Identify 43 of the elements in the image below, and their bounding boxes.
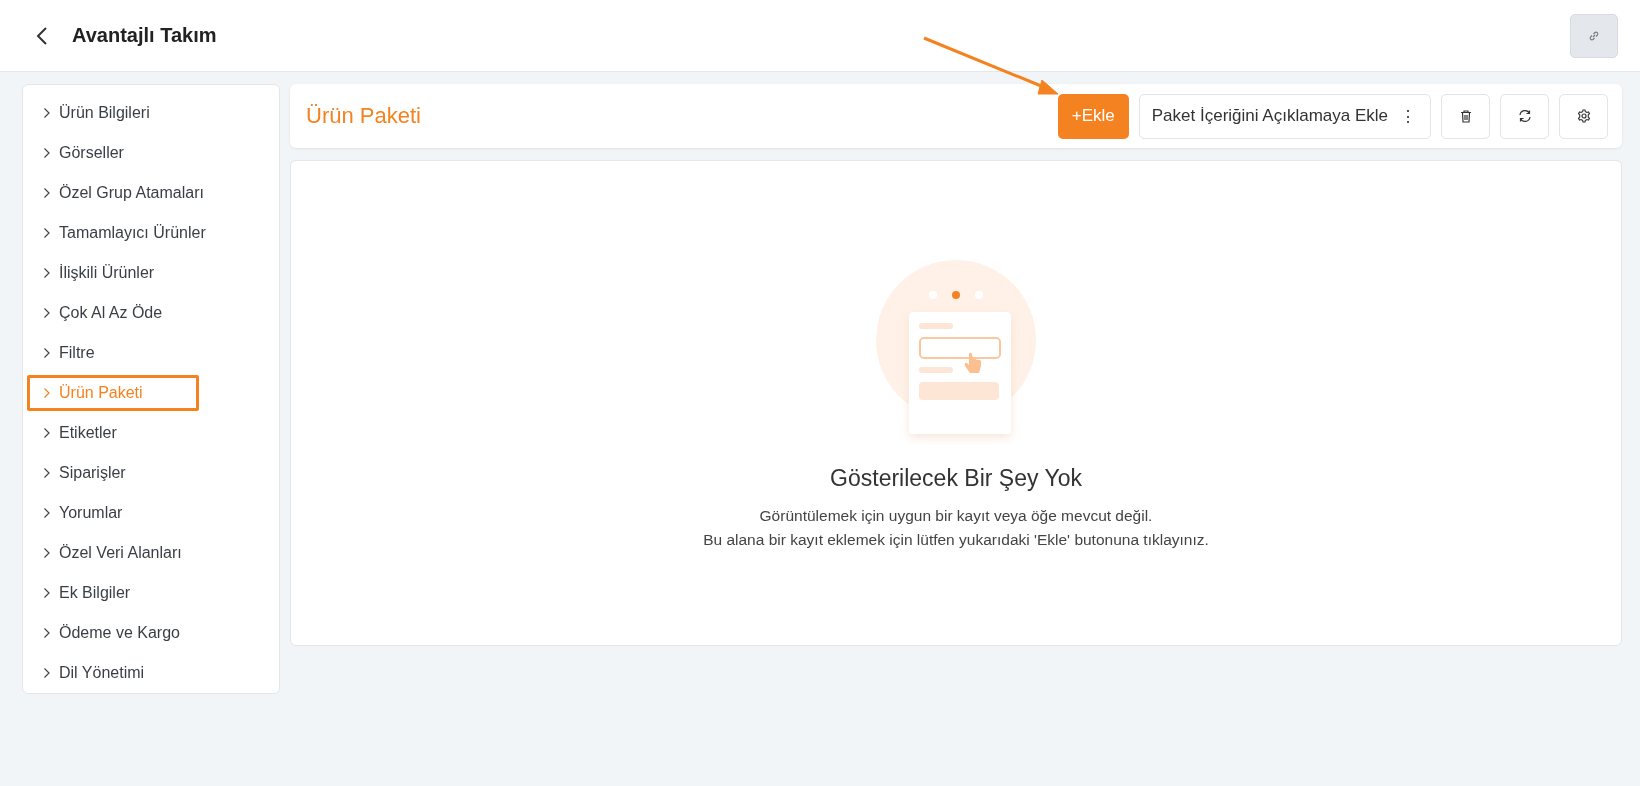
sidebar-item[interactable]: Siparişler — [27, 455, 199, 491]
sidebar-item[interactable]: Ödeme ve Kargo — [27, 615, 199, 651]
sidebar-item[interactable]: Yorumlar — [27, 495, 199, 531]
chevron-right-icon — [43, 427, 51, 439]
empty-message: Bu alana bir kayıt eklemek için lütfen yukarıdaki 'Ekle' butonuna tıklayınız. — [703, 530, 1209, 550]
sidebar-item[interactable]: Özel Veri Alanları — [27, 535, 199, 571]
chevron-right-icon — [43, 347, 51, 359]
menu-button[interactable]: Paket İçeriğini Açıklamaya Ekle ⋮ — [1138, 93, 1431, 139]
settings-icon — [1576, 109, 1591, 123]
sidebar-item[interactable]: Görseller — [27, 135, 199, 171]
empty-message: Görüntülemek için uygun bir kayıt veya öğe mevcut değil. — [759, 506, 1153, 526]
chevron-right-icon — [43, 547, 51, 559]
chevron-right-icon — [43, 587, 51, 599]
sidebar-item[interactable]: Etiketler — [27, 415, 199, 451]
sidebar-item[interactable]: Tamamlayıcı Ürünler — [27, 215, 221, 251]
chevron-right-icon — [43, 387, 51, 399]
sidebar-item[interactable]: Ürün Bilgileri — [27, 95, 199, 131]
sidebar-item[interactable]: Ek Bilgiler — [27, 575, 199, 611]
sidebar-item[interactable]: Çok Al Az Öde — [27, 295, 199, 331]
delete-button[interactable] — [1441, 93, 1490, 139]
page-title: Avantajlı Takım — [72, 24, 218, 47]
settings-button[interactable] — [1559, 93, 1608, 139]
refresh-icon — [1517, 109, 1532, 123]
chevron-right-icon — [43, 147, 51, 159]
chevron-right-icon — [43, 667, 51, 679]
sidebar-item[interactable]: Özel Grup Atamaları — [27, 175, 219, 211]
chevron-right-icon — [43, 627, 51, 639]
back-icon[interactable] — [36, 26, 48, 45]
chevron-right-icon — [43, 107, 51, 119]
chevron-right-icon — [43, 307, 51, 319]
trash-icon — [1459, 109, 1472, 123]
sidebar-item[interactable]: Filtre — [27, 335, 199, 371]
chevron-right-icon — [43, 507, 51, 519]
panel-title: Ürün Paketi — [306, 103, 422, 129]
chevron-right-icon — [43, 267, 51, 279]
empty-title: Gösterilecek Bir Şey Yok — [830, 465, 1082, 492]
link-icon — [1588, 29, 1600, 42]
sidebar-item[interactable]: Dil Yönetimi — [27, 655, 199, 691]
chevron-right-icon — [43, 227, 51, 239]
chevron-right-icon — [43, 467, 51, 479]
refresh-button[interactable] — [1500, 93, 1549, 139]
sidebar-item[interactable]: İlişkili Ürünler — [27, 255, 199, 291]
chevron-right-icon — [43, 187, 51, 199]
